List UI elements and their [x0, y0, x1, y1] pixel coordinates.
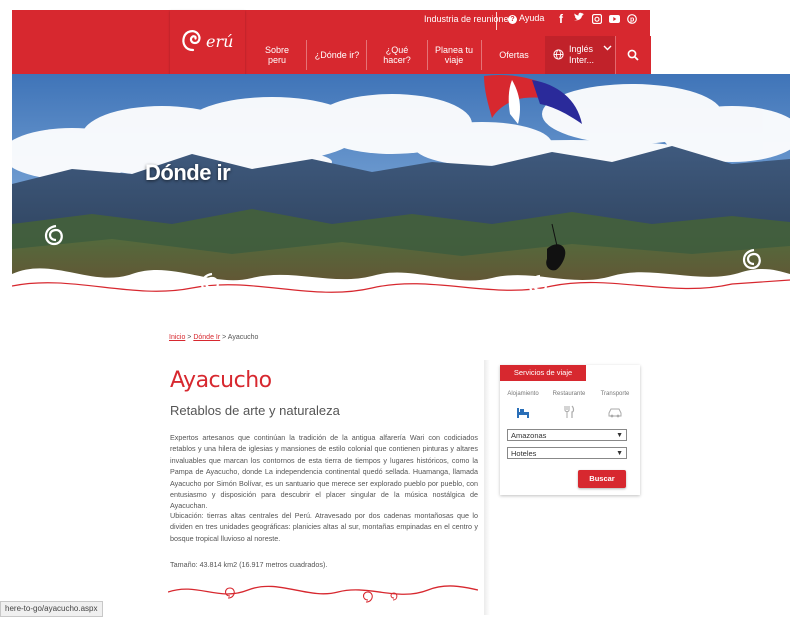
hero-banner: [12, 74, 790, 308]
nav-donde-ir[interactable]: ¿Dónde ir?: [313, 36, 361, 74]
language-label: Inglés Inter...: [569, 44, 595, 65]
content-shadow: [484, 360, 490, 615]
hero-landscape-image: [12, 74, 790, 308]
instagram-icon[interactable]: [591, 13, 603, 27]
nav-que-hacer[interactable]: ¿Qué hacer?: [373, 36, 421, 74]
region-select-value: Amazonas: [511, 431, 547, 440]
nav-divider: [306, 40, 307, 70]
page-title: Ayacucho: [170, 368, 272, 393]
size-paragraph: Tamaño: 43.814 km2 (16.917 metros cuadra…: [170, 560, 328, 569]
tab-alojamiento[interactable]: Alojamiento: [500, 391, 546, 397]
help-icon: ?: [508, 15, 517, 24]
decorative-swirl-divider: [168, 585, 478, 603]
breadcrumb-home-link[interactable]: Inicio: [169, 334, 185, 341]
breadcrumb: Inicio > Dónde Ir > Ayacucho: [169, 334, 258, 341]
help-link[interactable]: ? Ayuda: [508, 13, 544, 24]
youtube-icon[interactable]: [609, 13, 620, 27]
utility-divider: [496, 12, 497, 30]
bed-icon[interactable]: [500, 405, 546, 423]
page-subtitle: Retablos de arte y naturaleza: [170, 403, 340, 418]
dropdown-arrow-icon: ▼: [616, 432, 623, 439]
nav-planea-tu-viaje[interactable]: Planea tu viaje: [434, 36, 474, 74]
description-paragraph: Expertos artesanos que continúan la trad…: [170, 433, 478, 511]
tab-restaurante[interactable]: Restaurante: [546, 391, 592, 397]
help-label: Ayuda: [519, 13, 545, 23]
search-services-button[interactable]: Buscar: [578, 470, 626, 488]
search-icon: [627, 49, 639, 61]
nav-divider: [427, 40, 428, 70]
facebook-icon[interactable]: f: [559, 12, 563, 26]
dropdown-arrow-icon: ▼: [616, 450, 623, 457]
logo-text: erú: [206, 32, 234, 51]
fork-knife-icon[interactable]: [546, 405, 592, 424]
service-type-select[interactable]: Hoteles ▼: [507, 447, 627, 459]
location-paragraph: Ubicación: tierras altas centrales del P…: [170, 511, 478, 543]
chevron-down-icon: [603, 45, 612, 51]
meetings-industry-link[interactable]: Industria de reuniones: [424, 14, 513, 24]
globe-icon: [553, 49, 564, 60]
peru-logo[interactable]: erú: [170, 10, 245, 82]
nav-divider: [366, 40, 367, 70]
travel-services-title: Servicios de viaje: [500, 365, 586, 381]
breadcrumb-separator: >: [220, 334, 228, 341]
peru-spiral-icon: [182, 30, 201, 52]
car-icon[interactable]: [592, 405, 638, 423]
region-select[interactable]: Amazonas ▼: [507, 429, 627, 441]
nav-divider: [481, 40, 482, 70]
nav-sobre-peru[interactable]: Sobre peru: [255, 36, 299, 74]
hero-title: Dónde ir: [145, 160, 231, 185]
breadcrumb-where-link[interactable]: Dónde Ir: [193, 334, 220, 341]
tab-transporte[interactable]: Transporte: [592, 391, 638, 397]
twitter-icon[interactable]: [574, 12, 585, 25]
svg-text:p: p: [630, 17, 634, 24]
search-button[interactable]: [615, 36, 651, 74]
breadcrumb-current: Ayacucho: [227, 334, 259, 341]
nav-ofertas[interactable]: Ofertas: [490, 36, 538, 74]
pinterest-icon[interactable]: p: [627, 13, 637, 27]
service-type-select-value: Hoteles: [511, 449, 537, 458]
